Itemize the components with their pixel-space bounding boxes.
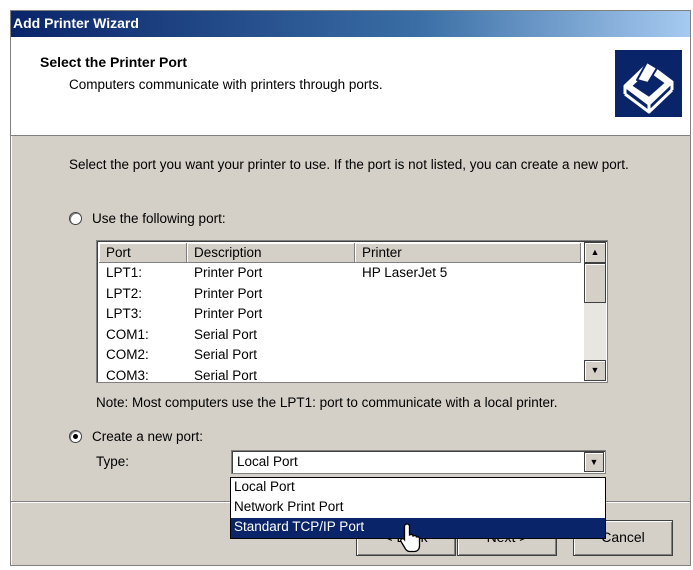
column-header-description[interactable]: Description: [187, 243, 355, 263]
use-following-port-radio[interactable]: Use the following port:: [69, 211, 226, 226]
chevron-down-icon: ▼: [589, 457, 599, 467]
mouse-pointer-icon: [400, 523, 421, 553]
add-printer-wizard-window: Add Printer Wizard Select the Printer Po…: [10, 10, 691, 566]
printer-cell: [355, 286, 581, 307]
port-cell: COM1:: [106, 326, 149, 342]
table-row[interactable]: COM2: Serial Port: [99, 347, 581, 368]
dropdown-option-local-port[interactable]: Local Port: [231, 478, 605, 498]
scroll-up-button[interactable]: ▲: [584, 242, 606, 263]
intro-text: Select the port you want your printer to…: [69, 157, 629, 172]
printer-cell: [355, 347, 581, 368]
port-type-value: Local Port: [237, 454, 298, 469]
port-cell: LPT1:: [106, 265, 143, 280]
window-title: Add Printer Wizard: [13, 15, 139, 31]
dropdown-option-network-print-port[interactable]: Network Print Port: [231, 498, 605, 518]
printer-cell: [355, 368, 581, 383]
printer-cell: [355, 327, 581, 348]
description-cell: Printer Port: [194, 285, 263, 301]
column-header-port[interactable]: Port: [99, 243, 187, 263]
description-cell: Serial Port: [194, 326, 258, 342]
port-cell: COM2:: [106, 347, 149, 362]
wizard-content: Select the port you want your printer to…: [11, 137, 690, 565]
table-row[interactable]: COM3: Serial Port: [99, 367, 581, 383]
port-list-scrollbar[interactable]: ▲ ▼: [584, 242, 606, 381]
radio-checked-icon: [69, 430, 82, 443]
scroll-down-button[interactable]: ▼: [584, 360, 606, 381]
table-row[interactable]: LPT1: Printer Port HP LaserJet 5: [99, 265, 581, 286]
page-subtitle: Computers communicate with printers thro…: [69, 77, 383, 92]
title-bar[interactable]: Add Printer Wizard: [11, 11, 690, 37]
table-row[interactable]: COM1: Serial Port: [99, 327, 581, 348]
page-title: Select the Printer Port: [40, 54, 188, 70]
printer-cell: HP LaserJet 5: [362, 265, 448, 280]
description-cell: Serial Port: [194, 347, 258, 362]
printer-cell: [355, 306, 581, 327]
use-following-port-label: Use the following port:: [92, 211, 226, 226]
description-cell: Printer Port: [194, 265, 263, 280]
column-header-printer[interactable]: Printer: [355, 243, 581, 263]
dropdown-button[interactable]: ▼: [584, 452, 604, 472]
scrollbar-thumb[interactable]: [584, 263, 606, 303]
create-new-port-label: Create a new port:: [92, 429, 204, 444]
create-new-port-radio[interactable]: Create a new port:: [69, 429, 203, 444]
port-type-select[interactable]: Local Port ▼: [231, 450, 606, 474]
port-list-body: LPT1: Printer Port HP LaserJet 5 LPT2: P…: [99, 265, 581, 383]
port-list-header: Port Description Printer: [99, 243, 581, 263]
port-cell: COM3:: [106, 367, 149, 383]
table-row[interactable]: LPT2: Printer Port: [99, 286, 581, 307]
description-cell: Printer Port: [194, 306, 263, 321]
port-list[interactable]: Port Description Printer LPT1: Printer P…: [96, 240, 608, 383]
description-cell: Serial Port: [194, 367, 258, 383]
printer-icon: [615, 50, 682, 117]
port-cell: LPT2:: [106, 285, 143, 301]
wizard-header: Select the Printer Port Computers commun…: [11, 37, 690, 136]
port-cell: LPT3:: [106, 306, 143, 321]
type-label: Type:: [96, 454, 130, 469]
lpt1-note: Note: Most computers use the LPT1: port …: [96, 395, 558, 410]
arrow-up-icon: ▲: [590, 247, 600, 257]
table-row[interactable]: LPT3: Printer Port: [99, 306, 581, 327]
arrow-down-icon: ▼: [590, 365, 600, 375]
radio-unchecked-icon: [69, 212, 82, 225]
